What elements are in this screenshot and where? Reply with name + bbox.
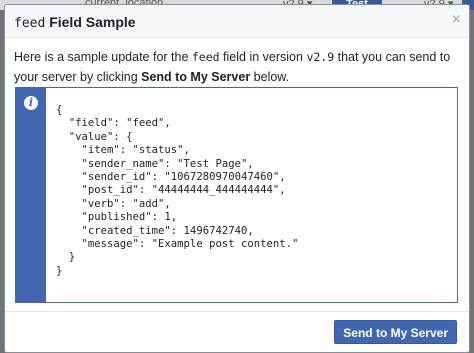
sample-json-code: { "field": "feed", "value": { "item": "s… [56,104,299,277]
intro-bold-button-ref: Send to My Server [141,70,251,84]
dialog-title-code: feed [14,16,46,31]
intro-text-2: field in version [219,50,307,64]
send-to-my-server-button[interactable]: Send to My Server [334,320,457,344]
intro-code-field: feed [191,50,220,64]
intro-text-4: below. [250,70,290,84]
dialog-title-text: Field Sample [45,14,136,30]
field-sample-dialog: feed Field Sample × Here is a sample upd… [4,4,470,353]
dialog-intro-text: Here is a sample update for the feed fie… [14,47,464,87]
info-icon: i [24,96,38,110]
dialog-footer: Send to My Server [5,311,469,352]
close-icon[interactable]: × [452,12,461,28]
dialog-title: feed Field Sample [14,14,136,31]
info-bar: i [16,88,46,302]
intro-text-1: Here is a sample update for the [14,50,192,64]
sample-payload-box: i { "field": "feed", "value": { "item": … [15,87,458,303]
intro-code-version: v2.9 [306,50,335,64]
dialog-header: feed Field Sample × [5,5,469,38]
